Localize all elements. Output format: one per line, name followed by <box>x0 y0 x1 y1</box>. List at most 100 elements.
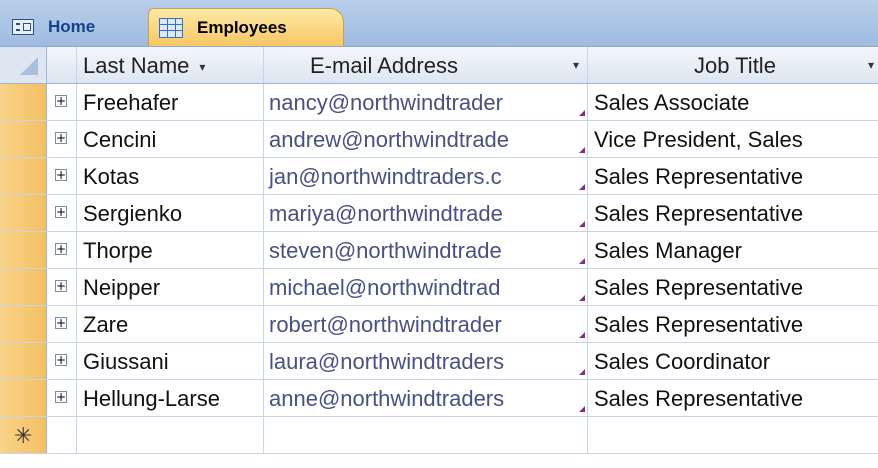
cell-email[interactable]: jan@northwindtraders.c <box>264 158 588 194</box>
record-selector[interactable] <box>0 269 47 305</box>
column-header-job-title[interactable]: Job Title ▾ <box>588 47 878 83</box>
expand-plus-icon[interactable]: + <box>55 169 67 181</box>
object-tab-strip: Home Employees <box>0 0 878 47</box>
cell-last-name[interactable]: Sergienko <box>77 195 264 231</box>
select-all-corner[interactable] <box>0 47 47 83</box>
tab-employees-label: Employees <box>197 17 287 37</box>
expand-cell <box>47 417 77 453</box>
record-selector[interactable] <box>0 380 47 416</box>
email-link[interactable]: nancy@northwindtrader <box>269 90 503 115</box>
expand-cell: + <box>47 158 77 194</box>
expand-plus-icon[interactable]: + <box>55 391 67 403</box>
table-row[interactable]: + Thorpe steven@northwindtrade Sales Manage… <box>0 232 878 269</box>
hyperlink-marker-icon <box>579 258 585 264</box>
table-row[interactable]: + Cencini andrew@northwindtrade Vice Presid… <box>0 121 878 158</box>
dropdown-arrow-icon[interactable]: ▾ <box>573 47 579 83</box>
email-link[interactable]: steven@northwindtrade <box>269 238 502 263</box>
email-link[interactable]: mariya@northwindtrade <box>269 201 503 226</box>
cell-email[interactable]: anne@northwindtraders <box>264 380 588 416</box>
expand-cell: + <box>47 195 77 231</box>
header-row: Last Name ▾ E-mail Address ▾ Job Title ▾ <box>0 47 878 84</box>
datasheet-grid: Last Name ▾ E-mail Address ▾ Job Title ▾ + F… <box>0 47 878 454</box>
expand-plus-icon[interactable]: + <box>55 206 67 218</box>
cell-email[interactable]: laura@northwindtraders <box>264 343 588 379</box>
form-icon <box>12 19 34 35</box>
table-row[interactable]: + Zare robert@northwindtrader Sales Represe… <box>0 306 878 343</box>
record-selector[interactable] <box>0 84 47 120</box>
column-header-email[interactable]: E-mail Address ▾ <box>264 47 588 83</box>
new-record-icon: ✳ <box>14 423 33 448</box>
record-selector[interactable] <box>0 232 47 268</box>
dropdown-arrow-icon[interactable]: ▾ <box>868 47 874 83</box>
cell-last-name[interactable]: Zare <box>77 306 264 342</box>
table-row[interactable]: + Giussani laura@northwindtraders Sales Coo… <box>0 343 878 380</box>
record-selector[interactable] <box>0 195 47 231</box>
expand-plus-icon[interactable]: + <box>55 132 67 144</box>
cell-job-title[interactable] <box>588 417 878 453</box>
dropdown-arrow-icon[interactable]: ▾ <box>199 60 205 74</box>
cell-last-name[interactable]: Cencini <box>77 121 264 157</box>
cell-last-name[interactable] <box>77 417 264 453</box>
cell-job-title[interactable]: Sales Representative <box>588 158 878 194</box>
cell-job-title[interactable]: Sales Coordinator <box>588 343 878 379</box>
expand-plus-icon[interactable]: + <box>55 354 67 366</box>
tab-employees[interactable]: Employees <box>148 8 344 46</box>
record-selector[interactable] <box>0 306 47 342</box>
new-record-row[interactable]: ✳ <box>0 417 878 454</box>
tab-home[interactable]: Home <box>8 8 152 46</box>
expand-cell: + <box>47 380 77 416</box>
column-header-last-name[interactable]: Last Name ▾ <box>77 47 264 83</box>
hyperlink-marker-icon <box>579 332 585 338</box>
column-header-label: Last Name <box>83 53 190 78</box>
cell-job-title[interactable]: Sales Representative <box>588 269 878 305</box>
cell-last-name[interactable]: Freehafer <box>77 84 264 120</box>
cell-last-name[interactable]: Neipper <box>77 269 264 305</box>
expand-cell: + <box>47 121 77 157</box>
cell-job-title[interactable]: Sales Representative <box>588 306 878 342</box>
record-selector[interactable] <box>0 121 47 157</box>
email-link[interactable]: anne@northwindtraders <box>269 386 504 411</box>
cell-last-name[interactable]: Hellung-Larse <box>77 380 264 416</box>
expand-plus-icon[interactable]: + <box>55 243 67 255</box>
record-selector[interactable]: ✳ <box>0 417 47 453</box>
column-header-label: Job Title <box>694 53 776 78</box>
cell-job-title[interactable]: Vice President, Sales <box>588 121 878 157</box>
table-row[interactable]: + Kotas jan@northwindtraders.c Sales Repres… <box>0 158 878 195</box>
hyperlink-marker-icon <box>579 295 585 301</box>
table-icon <box>159 17 183 38</box>
expand-plus-icon[interactable]: + <box>55 280 67 292</box>
email-link[interactable]: jan@northwindtraders.c <box>269 164 502 189</box>
email-link[interactable]: michael@northwindtrad <box>269 275 500 300</box>
record-selector[interactable] <box>0 343 47 379</box>
cell-job-title[interactable]: Sales Associate <box>588 84 878 120</box>
expand-cell: + <box>47 269 77 305</box>
expand-plus-icon[interactable]: + <box>55 317 67 329</box>
email-link[interactable]: robert@northwindtrader <box>269 312 502 337</box>
hyperlink-marker-icon <box>579 110 585 116</box>
cell-email[interactable]: andrew@northwindtrade <box>264 121 588 157</box>
cell-job-title[interactable]: Sales Manager <box>588 232 878 268</box>
cell-email[interactable]: steven@northwindtrade <box>264 232 588 268</box>
cell-job-title[interactable]: Sales Representative <box>588 380 878 416</box>
cell-email[interactable]: mariya@northwindtrade <box>264 195 588 231</box>
email-link[interactable]: laura@northwindtraders <box>269 349 504 374</box>
table-row[interactable]: + Hellung-Larse anne@northwindtraders Sales… <box>0 380 878 417</box>
cell-last-name[interactable]: Thorpe <box>77 232 264 268</box>
cell-email[interactable]: robert@northwindtrader <box>264 306 588 342</box>
hyperlink-marker-icon <box>579 147 585 153</box>
table-row[interactable]: + Freehafer nancy@northwindtrader Sales Ass… <box>0 84 878 121</box>
expand-column-header <box>47 47 77 83</box>
cell-email[interactable] <box>264 417 588 453</box>
cell-email[interactable]: michael@northwindtrad <box>264 269 588 305</box>
hyperlink-marker-icon <box>579 221 585 227</box>
email-link[interactable]: andrew@northwindtrade <box>269 127 509 152</box>
cell-last-name[interactable]: Giussani <box>77 343 264 379</box>
expand-plus-icon[interactable]: + <box>55 95 67 107</box>
cell-job-title[interactable]: Sales Representative <box>588 195 878 231</box>
record-selector[interactable] <box>0 158 47 194</box>
table-row[interactable]: + Sergienko mariya@northwindtrade Sales Rep… <box>0 195 878 232</box>
hyperlink-marker-icon <box>579 369 585 375</box>
table-row[interactable]: + Neipper michael@northwindtrad Sales Repre… <box>0 269 878 306</box>
cell-last-name[interactable]: Kotas <box>77 158 264 194</box>
cell-email[interactable]: nancy@northwindtrader <box>264 84 588 120</box>
